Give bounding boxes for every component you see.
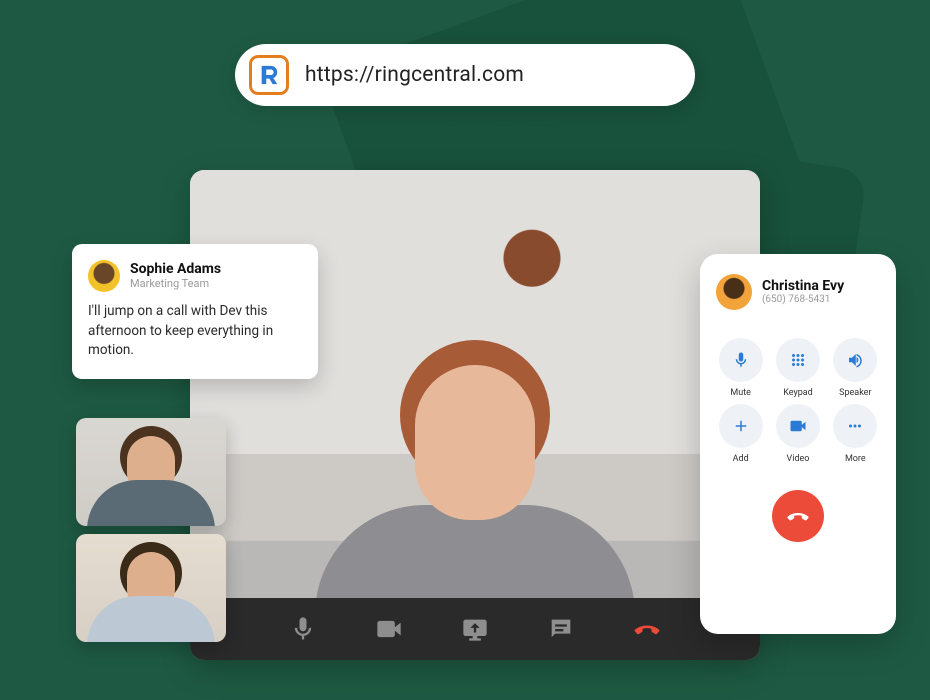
plus-icon (732, 417, 750, 435)
keypad-icon (789, 351, 807, 369)
keypad-button[interactable] (776, 338, 820, 382)
button-label: Video (787, 454, 810, 464)
video-toolbar (190, 598, 760, 660)
video-icon (375, 615, 403, 643)
share-screen-icon (461, 615, 489, 643)
chat-icon (547, 615, 575, 643)
app-stage: https://ringcentral.com (0, 0, 930, 700)
microphone-icon (289, 615, 317, 643)
url-text: https://ringcentral.com (305, 63, 524, 87)
hangup-icon (786, 504, 810, 528)
add-button[interactable] (719, 404, 763, 448)
video-icon (789, 417, 807, 435)
button-label: Mute (730, 388, 751, 398)
more-button[interactable] (833, 404, 877, 448)
message-author-team: Marketing Team (130, 277, 221, 290)
message-author-name: Sophie Adams (130, 262, 221, 277)
participant-thumbnail[interactable] (76, 534, 226, 642)
camera-button[interactable] (373, 613, 405, 645)
video-button[interactable] (776, 404, 820, 448)
hangup-icon (633, 615, 661, 643)
avatar (88, 260, 120, 292)
button-label: More (845, 454, 866, 464)
ringcentral-logo-icon (249, 55, 289, 95)
contact-phone: (650) 768-5431 (762, 294, 844, 305)
end-call-button[interactable] (772, 490, 824, 542)
dialer-contact: Christina Evy (650) 768-5431 (716, 274, 880, 310)
mute-button[interactable] (287, 613, 319, 645)
microphone-icon (732, 351, 750, 369)
button-label: Keypad (783, 388, 813, 398)
mute-button[interactable] (719, 338, 763, 382)
contact-name: Christina Evy (762, 279, 844, 294)
avatar (716, 274, 752, 310)
participant-thumbnail[interactable] (76, 418, 226, 526)
url-bar[interactable]: https://ringcentral.com (235, 44, 695, 106)
hangup-button[interactable] (631, 613, 663, 645)
more-icon (846, 417, 864, 435)
share-screen-button[interactable] (459, 613, 491, 645)
dialer-panel: Christina Evy (650) 768-5431 Mute Keypad (700, 254, 896, 634)
chat-message-card: Sophie Adams Marketing Team I'll jump on… (72, 244, 318, 379)
dialer-button-grid: Mute Keypad Speaker Add (716, 338, 880, 464)
speaker-button[interactable] (833, 338, 877, 382)
button-label: Add (733, 454, 749, 464)
message-header: Sophie Adams Marketing Team (88, 260, 302, 292)
speaker-icon (846, 351, 864, 369)
message-body: I'll jump on a call with Dev this aftern… (88, 302, 302, 361)
button-label: Speaker (839, 388, 871, 398)
chat-button[interactable] (545, 613, 577, 645)
